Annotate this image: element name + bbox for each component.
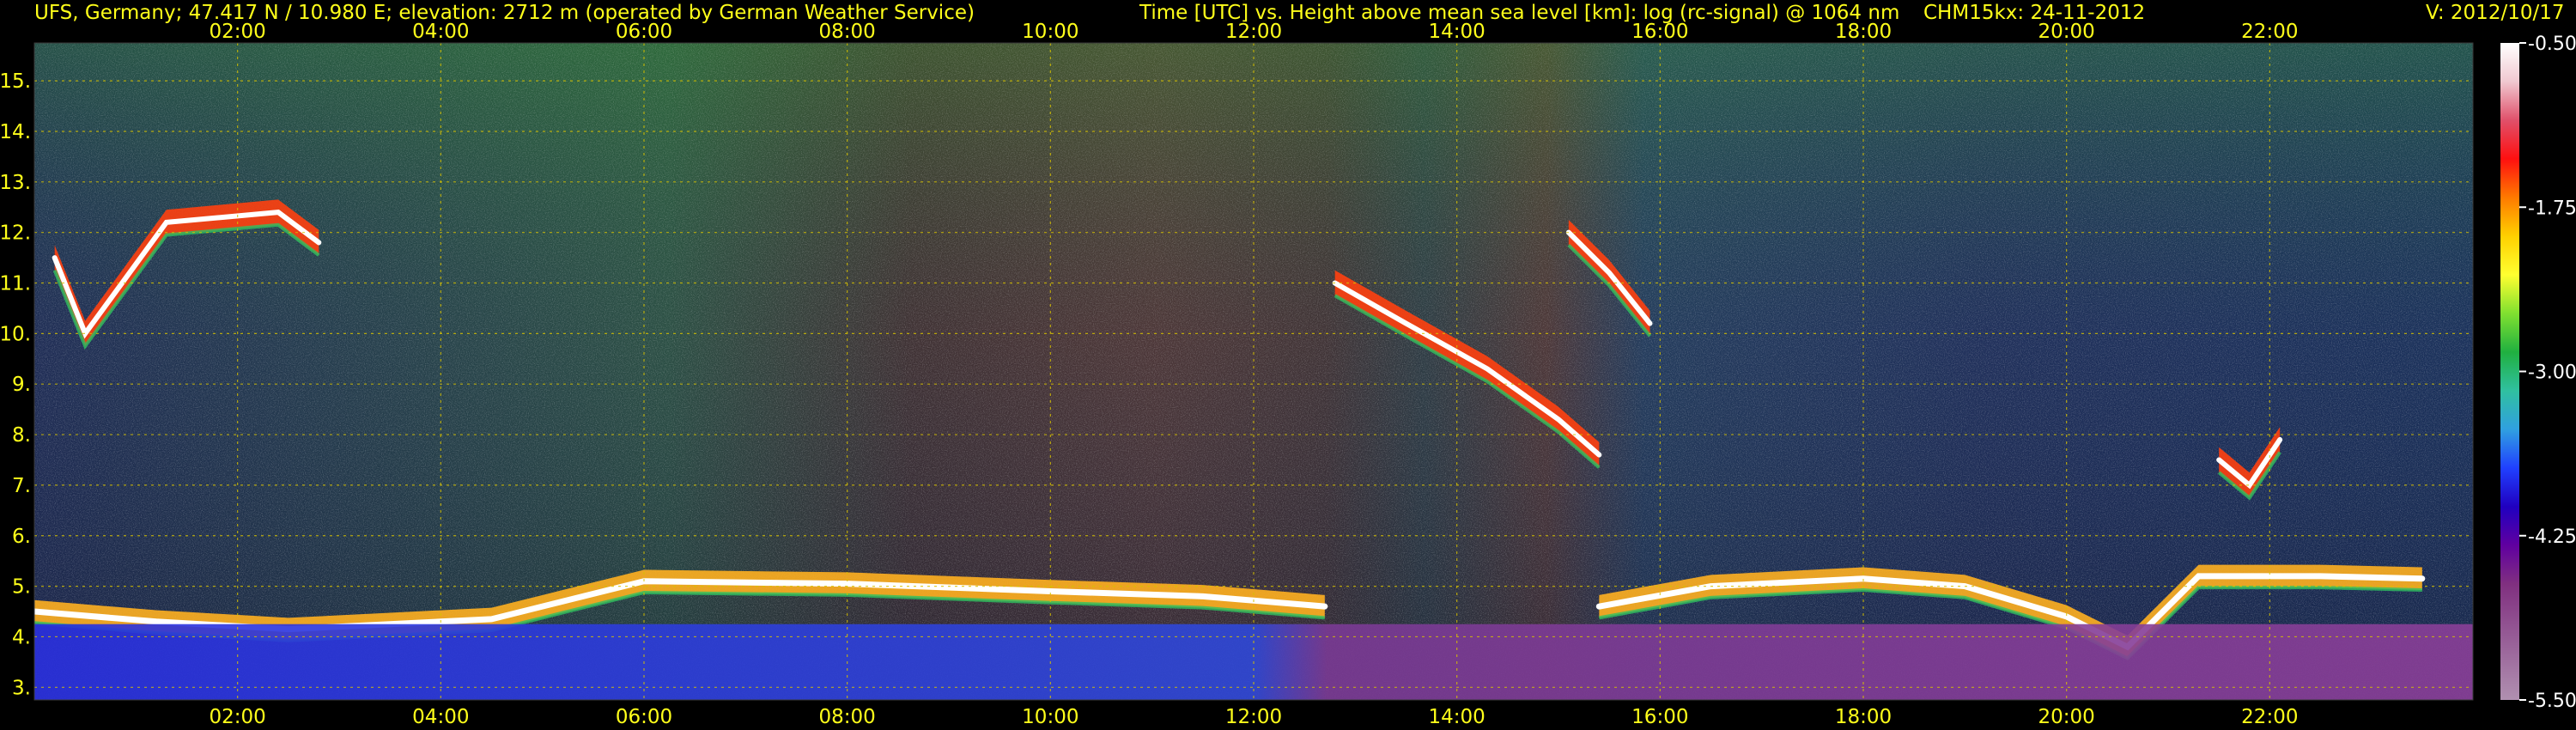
colorbar-tick-label: -4.25 bbox=[2528, 526, 2576, 548]
y-tick-label: 14. bbox=[0, 121, 31, 143]
colorbar-tick-label: -1.75 bbox=[2528, 198, 2576, 219]
y-tick-label: 13. bbox=[0, 172, 31, 194]
x-tick-label-bottom: 20:00 bbox=[2038, 706, 2095, 728]
x-tick-label-top: 14:00 bbox=[1429, 21, 1485, 43]
x-tick-label-top: 16:00 bbox=[1631, 21, 1688, 43]
y-tick-label: 10. bbox=[0, 323, 31, 345]
x-tick-label-top: 20:00 bbox=[2038, 21, 2095, 43]
y-tick-label: 15. bbox=[0, 70, 31, 93]
y-tick-label: 5. bbox=[12, 576, 31, 599]
instrument-date: CHM15kx: 24-11-2012 bbox=[1923, 2, 2145, 24]
x-tick-label-top: 22:00 bbox=[2241, 21, 2298, 43]
colorbar-tick-label: -5.50 bbox=[2528, 690, 2576, 712]
x-tick-label-top: 12:00 bbox=[1225, 21, 1282, 43]
y-tick-label: 8. bbox=[12, 424, 31, 447]
x-tick-label-top: 08:00 bbox=[819, 21, 876, 43]
ceilometer-chart: UFS, Germany; 47.417 N / 10.980 E; eleva… bbox=[0, 2, 2576, 728]
colorbar-tick-label: -0.50 bbox=[2528, 33, 2576, 55]
colorbar-tick-label: -3.00 bbox=[2528, 362, 2576, 384]
y-axis: 3. 4. 5. 6. 7. 8. 9. 10. 11. 12. 13. 14. 15. bbox=[0, 70, 31, 699]
x-tick-label-bottom: 16:00 bbox=[1631, 706, 1688, 728]
x-tick-label-bottom: 08:00 bbox=[819, 706, 876, 728]
y-tick-label: 7. bbox=[12, 475, 31, 497]
y-tick-label: 12. bbox=[0, 222, 31, 245]
x-tick-label-bottom: 12:00 bbox=[1225, 706, 1282, 728]
y-tick-label: 11. bbox=[0, 273, 31, 295]
y-tick-label: 3. bbox=[12, 677, 31, 699]
colorbar-ticks: -0.50 -1.75 -3.00 -4.25 -5.50 bbox=[2519, 33, 2576, 712]
x-tick-label-top: 06:00 bbox=[616, 21, 672, 43]
x-tick-label-top: 18:00 bbox=[1835, 21, 1892, 43]
y-tick-label: 4. bbox=[12, 626, 31, 648]
version-label: V: 2012/10/17 bbox=[2426, 2, 2564, 24]
x-tick-label-bottom: 14:00 bbox=[1429, 706, 1485, 728]
x-tick-label-bottom: 06:00 bbox=[616, 706, 672, 728]
x-tick-label-bottom: 10:00 bbox=[1022, 706, 1078, 728]
x-tick-label-bottom: 18:00 bbox=[1835, 706, 1892, 728]
y-tick-label: 6. bbox=[12, 526, 31, 548]
x-tick-label-bottom: 02:00 bbox=[210, 706, 266, 728]
x-tick-label-top: 10:00 bbox=[1022, 21, 1078, 43]
x-tick-label-bottom: 04:00 bbox=[412, 706, 469, 728]
colorbar: -0.50 -1.75 -3.00 -4.25 -5.50 bbox=[2500, 33, 2576, 712]
x-axis-bottom: 02:00 04:00 06:00 08:00 10:00 12:00 14:00 16:00… bbox=[210, 706, 2299, 728]
plot-area bbox=[34, 43, 2473, 700]
x-tick-label-top: 02:00 bbox=[210, 21, 266, 43]
x-tick-label-top: 04:00 bbox=[412, 21, 469, 43]
colorbar-bar bbox=[2500, 43, 2519, 700]
y-tick-label: 9. bbox=[12, 374, 31, 396]
x-tick-label-bottom: 22:00 bbox=[2241, 706, 2298, 728]
